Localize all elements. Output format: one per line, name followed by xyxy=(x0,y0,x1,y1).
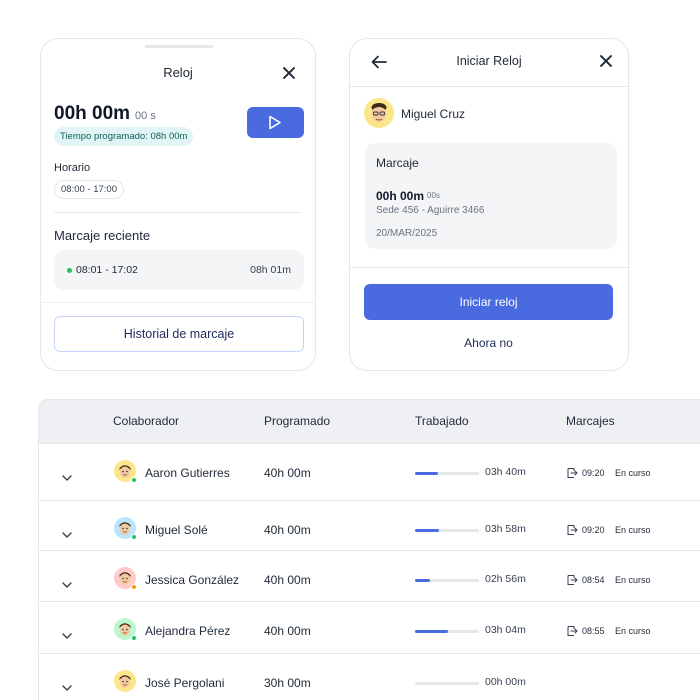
marcaje-time-seconds: 00s xyxy=(427,191,440,200)
reloj-card: Reloj 00h 00m 00 s Tiempo programado: 08h… xyxy=(40,38,316,371)
scheduled-time-badge: Tiempo programado: 08h 00m xyxy=(54,127,194,146)
clock-in-icon xyxy=(566,624,578,642)
marcaje-location: Sede 456 - Aguirre 3466 xyxy=(376,205,485,216)
chevron-down-icon[interactable] xyxy=(62,525,72,543)
marcaje-time: 09:20 xyxy=(582,525,605,535)
worked-progress-fill xyxy=(415,630,448,633)
timer-main: 00h 00m xyxy=(54,103,131,124)
table-row[interactable]: Aaron Gutierres 40h 00m 03h 40m 09:20 En cur… xyxy=(39,443,700,495)
marcaje-summary: Marcaje 00h 00m 00s Sede 456 - Aguirre 34… xyxy=(365,143,617,249)
recent-entry: 08:01 - 17:02 08h 01m xyxy=(54,250,304,290)
header-programado[interactable]: Programado xyxy=(264,414,330,428)
divider xyxy=(54,212,302,213)
worked-progress-fill xyxy=(415,529,439,532)
trabajado-value: 03h 04m xyxy=(485,624,526,636)
colaborador-name: José Pergolani xyxy=(145,676,225,690)
recent-label: Marcaje reciente xyxy=(54,228,151,243)
table-header: Colaborador Programado Trabajado Marcaje… xyxy=(39,400,700,443)
worked-progress-bar xyxy=(415,682,479,685)
marcaje-status: En curso xyxy=(615,626,651,636)
not-now-button[interactable]: Ahora no xyxy=(364,336,613,356)
history-button[interactable]: Historial de marcaje xyxy=(54,316,304,352)
play-button[interactable] xyxy=(247,107,304,138)
avatar xyxy=(114,670,136,692)
marcaje-time: 00h 00m 00s xyxy=(376,187,440,205)
divider xyxy=(350,267,628,268)
marcaje-status: En curso xyxy=(615,468,651,478)
collaborators-table: Colaborador Programado Trabajado Marcaje… xyxy=(38,399,700,700)
worked-progress-bar xyxy=(415,630,479,633)
table-row[interactable]: Miguel Solé 40h 00m 03h 58m 09:20 En curso xyxy=(39,500,700,552)
avatar xyxy=(364,98,394,128)
status-dot xyxy=(131,584,137,590)
clock-in-icon xyxy=(566,573,578,591)
horario-label: Horario xyxy=(54,162,91,174)
clock-in-icon xyxy=(566,523,578,541)
programado-value: 40h 00m xyxy=(264,624,311,638)
marcaje-date: 20/MAR/2025 xyxy=(376,228,438,239)
user-name: Miguel Cruz xyxy=(401,107,466,121)
active-dot xyxy=(67,268,72,273)
marcaje-title: Marcaje xyxy=(376,156,419,170)
worked-progress-bar xyxy=(415,472,479,475)
marcaje-status: En curso xyxy=(615,575,651,585)
start-clock-button[interactable]: Iniciar reloj xyxy=(364,284,613,320)
header-marcajes[interactable]: Marcajes xyxy=(566,414,615,428)
table-row[interactable]: Alejandra Pérez 40h 00m 03h 04m 08:55 En cur… xyxy=(39,601,700,653)
trabajado-value: 03h 40m xyxy=(485,466,526,478)
horario-value: 08:00 - 17:00 xyxy=(54,180,124,199)
status-dot xyxy=(131,635,137,641)
chevron-down-icon[interactable] xyxy=(62,626,72,644)
iniciar-reloj-card: Iniciar Reloj Miguel Cruz Marcaje 00h 00… xyxy=(349,38,629,371)
header-colaborador[interactable]: Colaborador xyxy=(113,414,179,428)
chevron-down-icon[interactable] xyxy=(62,678,72,696)
table-row[interactable]: Jessica González 40h 00m 02h 56m 08:54 En cu… xyxy=(39,550,700,602)
recent-times: 08:01 - 17:02 xyxy=(76,264,138,276)
trabajado-value: 00h 00m xyxy=(485,676,526,688)
play-icon xyxy=(269,115,281,130)
marcaje-time: 08:54 xyxy=(582,575,605,585)
iniciar-title: Iniciar Reloj xyxy=(456,54,522,68)
recent-duration: 08h 01m xyxy=(250,264,291,276)
worked-progress-fill xyxy=(415,472,439,475)
trabajado-value: 03h 58m xyxy=(485,523,526,535)
programado-value: 40h 00m xyxy=(264,466,311,480)
drag-handle[interactable] xyxy=(145,45,213,48)
programado-value: 40h 00m xyxy=(264,523,311,537)
timer-display: 00h 00m 00 s xyxy=(54,103,156,125)
colaborador-name: Jessica González xyxy=(145,573,240,587)
table-row[interactable]: José Pergolani 30h 00m 00h 00m xyxy=(39,653,700,700)
marcaje-time: 09:20 xyxy=(582,468,605,478)
header-trabajado[interactable]: Trabajado xyxy=(415,414,469,428)
worked-progress-bar xyxy=(415,579,479,582)
chevron-down-icon[interactable] xyxy=(62,468,72,486)
marcaje-time-main: 00h 00m xyxy=(376,189,425,203)
timer-seconds: 00 s xyxy=(135,110,156,122)
close-icon[interactable] xyxy=(599,54,613,68)
close-icon[interactable] xyxy=(282,66,296,80)
worked-progress-bar xyxy=(415,529,479,532)
chevron-down-icon[interactable] xyxy=(62,575,72,593)
divider xyxy=(41,302,315,303)
marcaje-time: 08:55 xyxy=(582,626,605,636)
colaborador-name: Aaron Gutierres xyxy=(145,466,230,480)
colaborador-name: Alejandra Pérez xyxy=(145,624,231,638)
status-dot xyxy=(131,477,137,483)
reloj-title: Reloj xyxy=(163,65,193,80)
divider xyxy=(350,86,628,87)
worked-progress-fill xyxy=(415,579,431,582)
trabajado-value: 02h 56m xyxy=(485,573,526,585)
colaborador-name: Miguel Solé xyxy=(145,523,208,537)
clock-in-icon xyxy=(566,466,578,484)
marcaje-status: En curso xyxy=(615,525,651,535)
programado-value: 30h 00m xyxy=(264,676,311,690)
programado-value: 40h 00m xyxy=(264,573,311,587)
status-dot xyxy=(131,534,137,540)
